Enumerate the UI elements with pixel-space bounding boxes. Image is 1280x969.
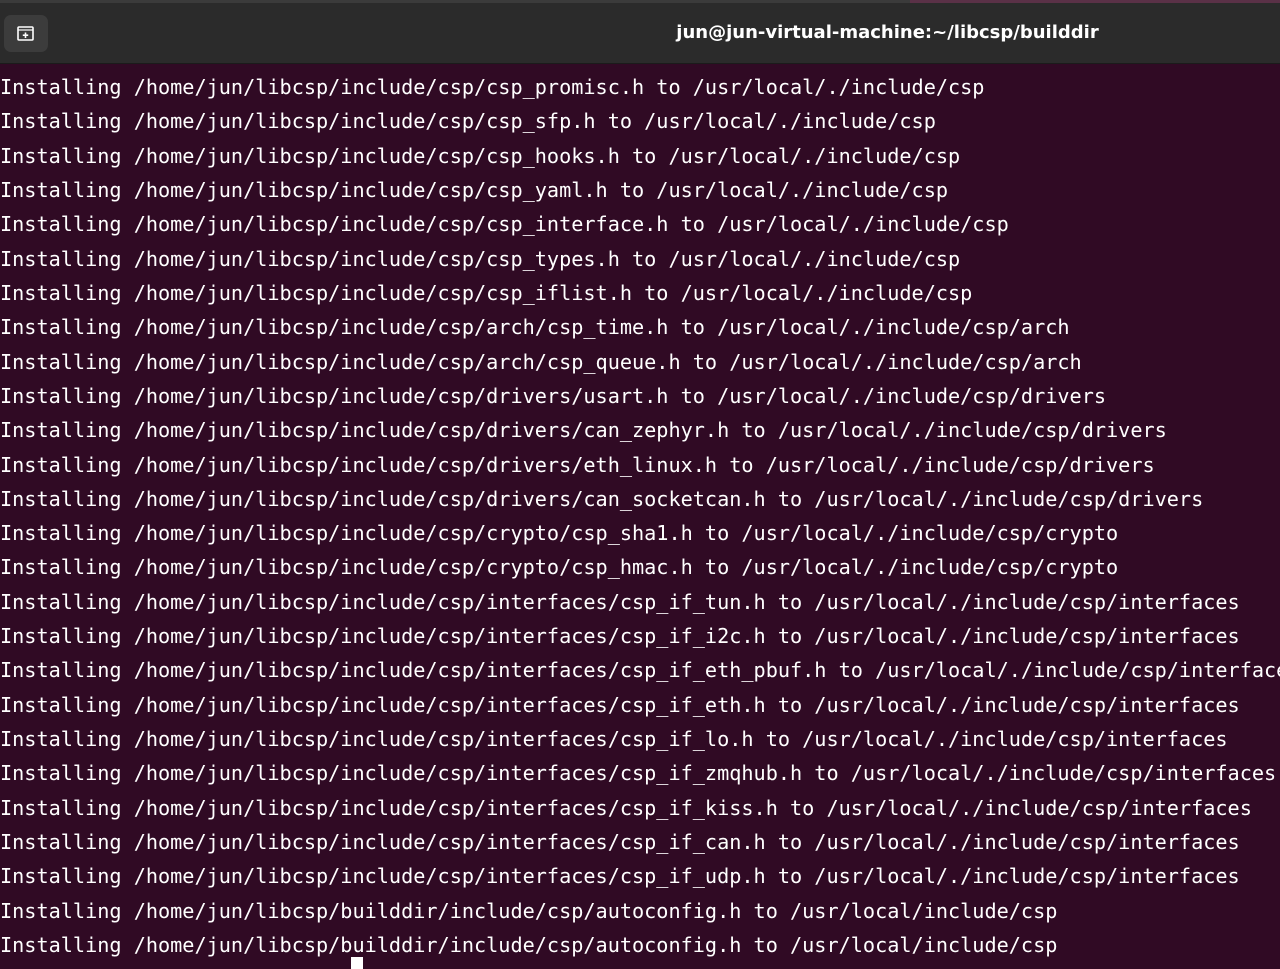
terminal-line: Installing /home/jun/libcsp/include/csp/… (0, 246, 961, 271)
terminal-line: Installing /home/jun/libcsp/include/csp/… (0, 555, 1119, 580)
terminal-line: Installing /home/jun/libcsp/include/csp/… (0, 589, 1240, 614)
terminal-line: Installing /home/jun/libcsp/include/csp/… (0, 830, 1240, 855)
title-bar: jun@jun-virtual-machine:~/libcsp/builddi… (0, 0, 1280, 64)
terminal-line: Installing /home/jun/libcsp/include/csp/… (0, 280, 973, 305)
terminal-line: Installing /home/jun/libcsp/include/csp/… (0, 452, 1155, 477)
terminal-line: Installing /home/jun/libcsp/include/csp/… (0, 109, 936, 134)
terminal-line: Installing /home/jun/libcsp/include/csp/… (0, 521, 1119, 546)
terminal-line: Installing /home/jun/libcsp/include/csp/… (0, 349, 1082, 374)
terminal-line: Installing /home/jun/libcsp/include/csp/… (0, 761, 1277, 786)
terminal-line: Installing /home/jun/libcsp/include/csp/… (0, 383, 1107, 408)
terminal-line: Installing /home/jun/libcsp/include/csp/… (0, 143, 961, 168)
terminal-output[interactable]: Installing /home/jun/libcsp/include/csp/… (0, 70, 1280, 969)
terminal-line: Installing /home/jun/libcsp/include/csp/… (0, 727, 1228, 752)
terminal-line: Installing /home/jun/libcsp/include/csp/… (0, 212, 1009, 237)
terminal-line: Installing /home/jun/libcsp/builddir/inc… (0, 933, 1058, 957)
terminal-line: Installing /home/jun/libcsp/include/csp/… (0, 486, 1204, 511)
terminal-line: Installing /home/jun/libcsp/include/csp/… (0, 692, 1240, 717)
terminal-line: Installing /home/jun/libcsp/builddir/inc… (0, 898, 1058, 923)
terminal-line: Installing /home/jun/libcsp/include/csp/… (0, 864, 1240, 889)
terminal-line: Installing /home/jun/libcsp/include/csp/… (0, 177, 949, 202)
terminal-line: Installing /home/jun/libcsp/include/csp/… (0, 795, 1252, 820)
new-tab-icon (16, 25, 36, 43)
text-cursor (351, 957, 363, 969)
terminal-line: Installing /home/jun/libcsp/include/csp/… (0, 418, 1167, 443)
top-edge (0, 0, 1280, 3)
window-title: jun@jun-virtual-machine:~/libcsp/builddi… (676, 22, 1099, 43)
terminal-line: Installing /home/jun/libcsp/include/csp/… (0, 658, 1280, 683)
terminal-line: Installing /home/jun/libcsp/include/csp/… (0, 75, 985, 99)
terminal-line: Installing /home/jun/libcsp/include/csp/… (0, 315, 1070, 340)
terminal-line: Installing /home/jun/libcsp/include/csp/… (0, 624, 1240, 649)
terminal-window: jun@jun-virtual-machine:~/libcsp/builddi… (0, 0, 1280, 969)
new-tab-button[interactable] (4, 15, 48, 52)
